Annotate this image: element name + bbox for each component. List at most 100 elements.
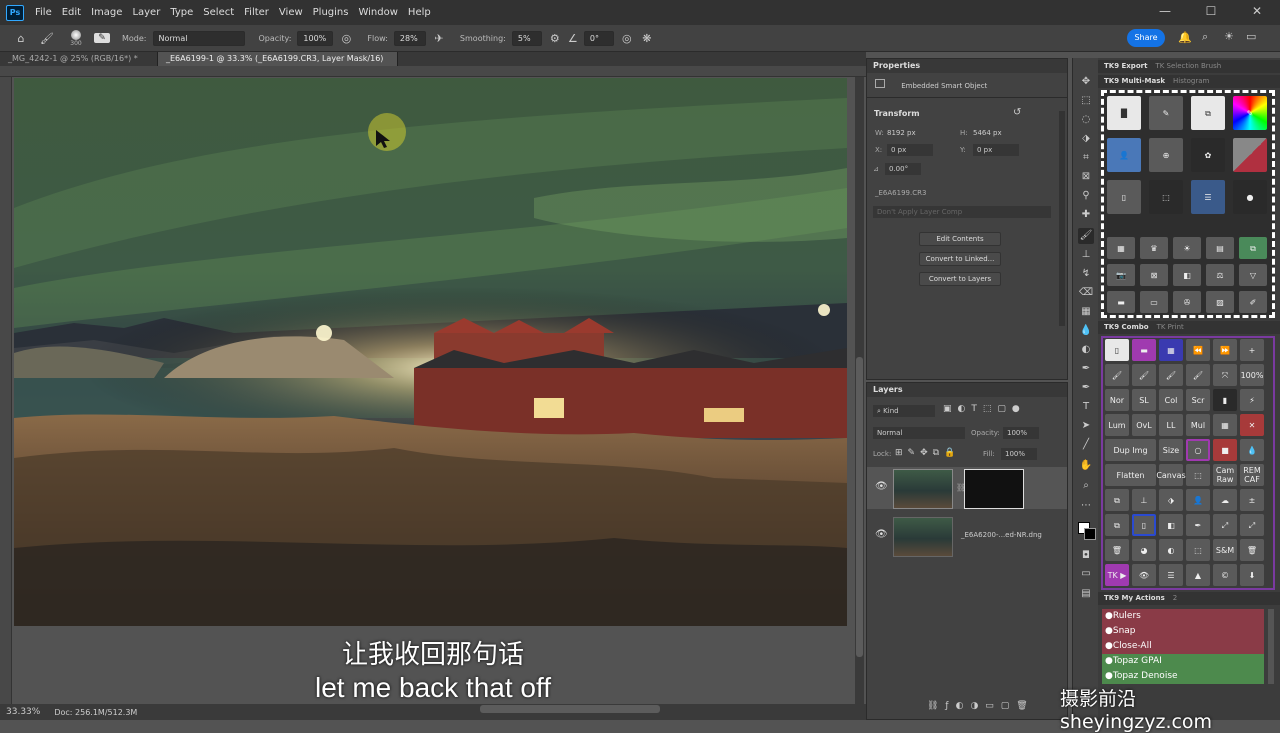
close-x-icon[interactable]: ✕ <box>1240 414 1264 436</box>
purple-layer-icon[interactable]: ▬ <box>1132 339 1156 361</box>
new-layer-icon[interactable]: ⧉ <box>1105 489 1129 511</box>
half-panel-icon[interactable]: ◧ <box>1159 514 1183 536</box>
expand-icon[interactable]: ⤢ <box>1213 514 1237 536</box>
layer-row-smart-object[interactable]: 👁 ⛓ <box>867 467 1067 509</box>
zoom-tool-icon[interactable]: ⌕ <box>1078 478 1094 494</box>
convert-to-linked-button[interactable]: Convert to Linked... <box>919 252 1001 266</box>
download-icon[interactable]: ⬇ <box>1240 564 1264 586</box>
layer-mask-thumbnail[interactable] <box>964 469 1024 509</box>
action-topaz-denoise[interactable]: ●Topaz Denoise <box>1102 669 1264 684</box>
canvas-size-button[interactable]: Canvas <box>1156 464 1186 486</box>
brush-grey-icon[interactable]: 🖌 <box>1186 364 1210 386</box>
tab-tk9-combo[interactable]: TK9 Combo <box>1104 323 1149 331</box>
frame-tool-icon[interactable]: ⊠ <box>1078 169 1094 185</box>
overlay-button[interactable]: OvL <box>1132 414 1156 436</box>
maximize-button[interactable]: ☐ <box>1188 0 1234 25</box>
crown-icon[interactable]: ♛ <box>1140 237 1168 259</box>
brush-tool-icon[interactable]: 🖌 <box>36 32 58 45</box>
layer-name[interactable]: _E6A6200-...ed-NR.dng <box>961 531 1042 539</box>
canvas-horizontal-scrollbar[interactable] <box>480 705 660 713</box>
vertical-ruler[interactable] <box>0 77 12 704</box>
scroll-thumb[interactable] <box>856 357 863 657</box>
airbrush-icon[interactable]: ✈ <box>432 32 446 45</box>
history-brush-tool-icon[interactable]: ↯ <box>1078 266 1094 282</box>
layer-opacity-field[interactable]: 100% <box>1003 427 1039 439</box>
flatten-button[interactable]: Flatten <box>1105 464 1156 486</box>
action-rulers[interactable]: ●Rulers <box>1102 609 1264 624</box>
canvas-vertical-scrollbar[interactable] <box>855 77 864 704</box>
paste-icon[interactable]: ▯ <box>1132 514 1156 536</box>
edit-arrow-icon[interactable]: ⤢ <box>1240 514 1264 536</box>
target-mask-icon[interactable]: ⊕ <box>1149 138 1183 172</box>
menu-edit[interactable]: Edit <box>57 7 86 18</box>
zoom-100-button[interactable]: 100% <box>1240 364 1264 386</box>
blend-mode-select[interactable]: Normal <box>873 427 965 439</box>
tab-mg-4242[interactable]: _MG_4242-1 @ 25% (RGB/16*) * × <box>0 52 158 77</box>
list-mask-icon[interactable]: ☰ <box>1191 180 1225 214</box>
action-close-all[interactable]: ●Close-All <box>1102 639 1264 654</box>
color-layer-icon[interactable]: ▦ <box>1159 339 1183 361</box>
red-square-icon[interactable]: ■ <box>1213 439 1237 461</box>
multiply-button[interactable]: Mul <box>1186 414 1210 436</box>
flower-mask-icon[interactable]: ✿ <box>1191 138 1225 172</box>
new-doc-icon[interactable]: ▯ <box>1105 339 1129 361</box>
copy-merged-icon[interactable]: ⧉ <box>1105 514 1129 536</box>
zoom-level[interactable]: 33.33% <box>6 707 40 717</box>
sharpen-mask-button[interactable]: S&M <box>1213 539 1237 561</box>
share-button[interactable]: Share <box>1127 29 1165 47</box>
panel-toggle-icon[interactable]: ▤ <box>1078 586 1094 602</box>
quick-mask-icon[interactable]: ◘ <box>1078 548 1094 564</box>
trash-icon[interactable]: 🗑 <box>1105 539 1129 561</box>
line-tool-icon[interactable]: ╱ <box>1078 437 1094 453</box>
type-tool-icon[interactable]: T <box>1078 399 1094 415</box>
pen-icon[interactable]: ✒ <box>1186 514 1210 536</box>
layer-comp-select[interactable]: Don't Apply Layer Comp <box>873 206 1051 218</box>
selection-add-icon[interactable]: ⬚ <box>1186 539 1210 561</box>
calculator-icon[interactable]: ▦ <box>1213 414 1237 436</box>
portrait-icon[interactable]: 👤 <box>1186 489 1210 511</box>
brush-black-icon[interactable]: 🖌 <box>1105 364 1129 386</box>
layer-filter-icons[interactable]: ▣◐T⬚▢● <box>943 404 1026 414</box>
phone-mask-icon[interactable]: ▯ <box>1107 180 1141 214</box>
layer-row-background[interactable]: 👁 _E6A6200-...ed-NR.dng <box>867 515 1067 557</box>
smart-object-icon[interactable]: ⬗ <box>1159 489 1183 511</box>
menu-file[interactable]: File <box>30 7 57 18</box>
color-wheel-icon[interactable]: ✎ <box>1233 96 1267 130</box>
opacity-field[interactable]: 100% <box>297 30 334 46</box>
landscape-icon[interactable]: ▨ <box>1206 291 1234 313</box>
stamp-tool-icon[interactable]: ⊥ <box>1078 247 1094 263</box>
lightning-icon[interactable]: ⚡ <box>1240 389 1264 411</box>
stamp-visible-icon[interactable]: ⊥ <box>1132 489 1156 511</box>
camera-icon[interactable]: 📷 <box>1107 264 1135 286</box>
menu-plugins[interactable]: Plugins <box>308 7 354 18</box>
brush-tool-icon[interactable]: 🖌 <box>1078 228 1094 244</box>
linear-light-button[interactable]: LL <box>1159 414 1183 436</box>
minimize-button[interactable]: — <box>1142 0 1188 25</box>
blur-tool-icon[interactable]: 💧 <box>1078 323 1094 339</box>
workspace-icon[interactable]: ▭ <box>1246 30 1256 43</box>
properties-scrollbar[interactable] <box>1059 111 1065 326</box>
hand-tool-icon[interactable]: ✋ <box>1078 458 1094 474</box>
pen-tool-icon-2[interactable]: ✒ <box>1078 380 1094 396</box>
y-position-field[interactable]: 0 px <box>973 144 1019 156</box>
layers-footer-icons[interactable]: ⛓ƒ◐◑▭▢🗑 <box>927 701 1035 711</box>
tab-tk-print[interactable]: TK Print <box>1157 323 1184 331</box>
marquee-tool-icon[interactable]: ⬚ <box>1078 93 1094 109</box>
eye-icon[interactable]: 👁 <box>1132 564 1156 586</box>
menu-image[interactable]: Image <box>86 7 127 18</box>
bell-icon[interactable]: 🔔 <box>1178 31 1192 44</box>
triangle-down-icon[interactable]: ▽ <box>1239 264 1267 286</box>
home-icon[interactable]: ⌂ <box>12 32 30 45</box>
close-window-button[interactable]: ✕ <box>1234 0 1280 25</box>
pen-tool-icon[interactable]: ✒ <box>1078 361 1094 377</box>
action-topaz-gpai[interactable]: ●Topaz GPAI <box>1102 654 1264 669</box>
eyedropper-tool-icon[interactable]: ⚲ <box>1078 188 1094 204</box>
menu-type[interactable]: Type <box>165 7 198 18</box>
actions-scrollbar[interactable] <box>1268 609 1274 684</box>
soft-light-button[interactable]: SL <box>1132 389 1156 411</box>
smoothing-field[interactable]: 5% <box>511 30 542 46</box>
normal-blend-button[interactable]: Nor <box>1105 389 1129 411</box>
clouds-icon[interactable]: ☁ <box>1213 489 1237 511</box>
selection-brush-icon[interactable]: ⬚ <box>1149 180 1183 214</box>
eraser-tool-icon[interactable]: ⌫ <box>1078 285 1094 301</box>
